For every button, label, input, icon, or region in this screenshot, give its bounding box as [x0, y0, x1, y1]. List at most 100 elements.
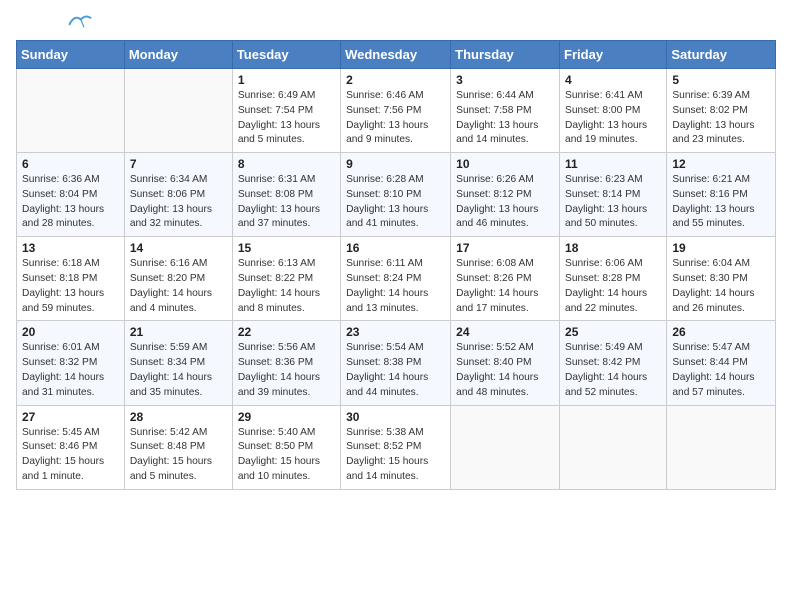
calendar-cell: 8Sunrise: 6:31 AM Sunset: 8:08 PM Daylig… [232, 153, 340, 237]
day-info: Sunrise: 6:04 AM Sunset: 8:30 PM Dayligh… [672, 257, 770, 316]
day-number: 28 [130, 410, 227, 424]
calendar-cell: 24 Sunrise: 5:52 AM Sunset: 8:40 PM Dayli… [451, 321, 560, 405]
day-info: Sunrise: 6:34 AM Sunset: 8:06 PM Dayligh… [130, 173, 227, 232]
day-number: 6 [22, 157, 119, 171]
calendar-cell: 21 Sunrise: 5:59 AM Sunset: 8:34 PM Dayli… [124, 321, 232, 405]
logo [16, 16, 92, 30]
logo-bird-icon [68, 12, 92, 30]
calendar-cell [124, 69, 232, 153]
day-info: Sunrise: 6:06 AM Sunset: 8:28 PM Dayligh… [565, 257, 661, 316]
day-info: Sunrise: 5:52 AM Sunset: 8:40 PM Dayligh… [456, 341, 554, 400]
weekday-header-friday: Friday [560, 41, 667, 69]
day-info: Sunrise: 6:39 AM Sunset: 8:02 PM Dayligh… [672, 89, 770, 148]
day-number: 20 [22, 325, 119, 339]
day-number: 1 [238, 73, 335, 87]
calendar-cell: 5Sunrise: 6:39 AM Sunset: 8:02 PM Daylig… [667, 69, 776, 153]
day-info: Sunrise: 6:08 AM Sunset: 8:26 PM Dayligh… [456, 257, 554, 316]
day-info: Sunrise: 6:46 AM Sunset: 7:56 PM Dayligh… [346, 89, 445, 148]
calendar-week-row: 13 Sunrise: 6:18 AM Sunset: 8:18 PM Dayli… [17, 237, 776, 321]
day-info: Sunrise: 5:54 AM Sunset: 8:38 PM Dayligh… [346, 341, 445, 400]
day-number: 21 [130, 325, 227, 339]
calendar-cell: 10Sunrise: 6:26 AM Sunset: 8:12 PM Dayli… [451, 153, 560, 237]
calendar-cell: 11 Sunrise: 6:23 AM Sunset: 8:14 PM Dayli… [560, 153, 667, 237]
calendar-cell [451, 405, 560, 489]
calendar-cell: 16 Sunrise: 6:11 AM Sunset: 8:24 PM Dayli… [341, 237, 451, 321]
weekday-header-sunday: Sunday [17, 41, 125, 69]
day-number: 25 [565, 325, 661, 339]
calendar-cell: 30 Sunrise: 5:38 AM Sunset: 8:52 PM Dayli… [341, 405, 451, 489]
day-number: 27 [22, 410, 119, 424]
calendar-cell: 18Sunrise: 6:06 AM Sunset: 8:28 PM Dayli… [560, 237, 667, 321]
day-number: 2 [346, 73, 445, 87]
calendar-cell: 1 Sunrise: 6:49 AM Sunset: 7:54 PM Daylig… [232, 69, 340, 153]
calendar-cell: 27 Sunrise: 5:45 AM Sunset: 8:46 PM Dayli… [17, 405, 125, 489]
day-info: Sunrise: 6:16 AM Sunset: 8:20 PM Dayligh… [130, 257, 227, 316]
calendar-cell: 23 Sunrise: 5:54 AM Sunset: 8:38 PM Dayli… [341, 321, 451, 405]
calendar-cell [17, 69, 125, 153]
day-info: Sunrise: 5:47 AM Sunset: 8:44 PM Dayligh… [672, 341, 770, 400]
day-info: Sunrise: 5:59 AM Sunset: 8:34 PM Dayligh… [130, 341, 227, 400]
day-info: Sunrise: 6:18 AM Sunset: 8:18 PM Dayligh… [22, 257, 119, 316]
calendar-cell: 7 Sunrise: 6:34 AM Sunset: 8:06 PM Daylig… [124, 153, 232, 237]
day-number: 14 [130, 241, 227, 255]
calendar-week-row: 1 Sunrise: 6:49 AM Sunset: 7:54 PM Daylig… [17, 69, 776, 153]
calendar-cell [560, 405, 667, 489]
calendar-cell: 25 Sunrise: 5:49 AM Sunset: 8:42 PM Dayli… [560, 321, 667, 405]
day-number: 30 [346, 410, 445, 424]
day-info: Sunrise: 5:42 AM Sunset: 8:48 PM Dayligh… [130, 426, 227, 485]
calendar-cell: 14 Sunrise: 6:16 AM Sunset: 8:20 PM Dayli… [124, 237, 232, 321]
day-info: Sunrise: 5:45 AM Sunset: 8:46 PM Dayligh… [22, 426, 119, 485]
weekday-header-saturday: Saturday [667, 41, 776, 69]
day-number: 19 [672, 241, 770, 255]
weekday-header-wednesday: Wednesday [341, 41, 451, 69]
calendar-cell: 19 Sunrise: 6:04 AM Sunset: 8:30 PM Dayli… [667, 237, 776, 321]
day-info: Sunrise: 6:49 AM Sunset: 7:54 PM Dayligh… [238, 89, 335, 148]
day-info: Sunrise: 5:38 AM Sunset: 8:52 PM Dayligh… [346, 426, 445, 485]
day-number: 3 [456, 73, 554, 87]
calendar-cell: 29 Sunrise: 5:40 AM Sunset: 8:50 PM Dayli… [232, 405, 340, 489]
calendar-cell: 15 Sunrise: 6:13 AM Sunset: 8:22 PM Dayli… [232, 237, 340, 321]
day-number: 11 [565, 157, 661, 171]
calendar-cell: 4Sunrise: 6:41 AM Sunset: 8:00 PM Daylig… [560, 69, 667, 153]
day-info: Sunrise: 6:28 AM Sunset: 8:10 PM Dayligh… [346, 173, 445, 232]
day-info: Sunrise: 5:56 AM Sunset: 8:36 PM Dayligh… [238, 341, 335, 400]
day-number: 24 [456, 325, 554, 339]
day-number: 22 [238, 325, 335, 339]
calendar-cell: 26 Sunrise: 5:47 AM Sunset: 8:44 PM Dayli… [667, 321, 776, 405]
calendar-cell: 9 Sunrise: 6:28 AM Sunset: 8:10 PM Daylig… [341, 153, 451, 237]
day-number: 29 [238, 410, 335, 424]
calendar-cell: 12Sunrise: 6:21 AM Sunset: 8:16 PM Dayli… [667, 153, 776, 237]
day-number: 23 [346, 325, 445, 339]
day-info: Sunrise: 6:23 AM Sunset: 8:14 PM Dayligh… [565, 173, 661, 232]
page-header [16, 16, 776, 30]
day-info: Sunrise: 6:11 AM Sunset: 8:24 PM Dayligh… [346, 257, 445, 316]
calendar-cell: 28 Sunrise: 5:42 AM Sunset: 8:48 PM Dayli… [124, 405, 232, 489]
weekday-header-thursday: Thursday [451, 41, 560, 69]
day-info: Sunrise: 6:31 AM Sunset: 8:08 PM Dayligh… [238, 173, 335, 232]
day-number: 10 [456, 157, 554, 171]
day-info: Sunrise: 5:40 AM Sunset: 8:50 PM Dayligh… [238, 426, 335, 485]
calendar-week-row: 6Sunrise: 6:36 AM Sunset: 8:04 PM Daylig… [17, 153, 776, 237]
day-info: Sunrise: 6:13 AM Sunset: 8:22 PM Dayligh… [238, 257, 335, 316]
calendar-cell: 3 Sunrise: 6:44 AM Sunset: 7:58 PM Daylig… [451, 69, 560, 153]
calendar-cell: 2 Sunrise: 6:46 AM Sunset: 7:56 PM Daylig… [341, 69, 451, 153]
calendar-cell: 20Sunrise: 6:01 AM Sunset: 8:32 PM Dayli… [17, 321, 125, 405]
day-number: 16 [346, 241, 445, 255]
calendar-cell: 6Sunrise: 6:36 AM Sunset: 8:04 PM Daylig… [17, 153, 125, 237]
day-info: Sunrise: 6:21 AM Sunset: 8:16 PM Dayligh… [672, 173, 770, 232]
calendar-cell: 22 Sunrise: 5:56 AM Sunset: 8:36 PM Dayli… [232, 321, 340, 405]
day-number: 13 [22, 241, 119, 255]
calendar-header-row: SundayMondayTuesdayWednesdayThursdayFrid… [17, 41, 776, 69]
day-number: 26 [672, 325, 770, 339]
day-number: 9 [346, 157, 445, 171]
weekday-header-monday: Monday [124, 41, 232, 69]
day-info: Sunrise: 6:44 AM Sunset: 7:58 PM Dayligh… [456, 89, 554, 148]
day-number: 4 [565, 73, 661, 87]
day-number: 7 [130, 157, 227, 171]
day-number: 15 [238, 241, 335, 255]
calendar-cell: 13 Sunrise: 6:18 AM Sunset: 8:18 PM Dayli… [17, 237, 125, 321]
calendar-table: SundayMondayTuesdayWednesdayThursdayFrid… [16, 40, 776, 490]
calendar-week-row: 20Sunrise: 6:01 AM Sunset: 8:32 PM Dayli… [17, 321, 776, 405]
weekday-header-tuesday: Tuesday [232, 41, 340, 69]
day-info: Sunrise: 5:49 AM Sunset: 8:42 PM Dayligh… [565, 341, 661, 400]
